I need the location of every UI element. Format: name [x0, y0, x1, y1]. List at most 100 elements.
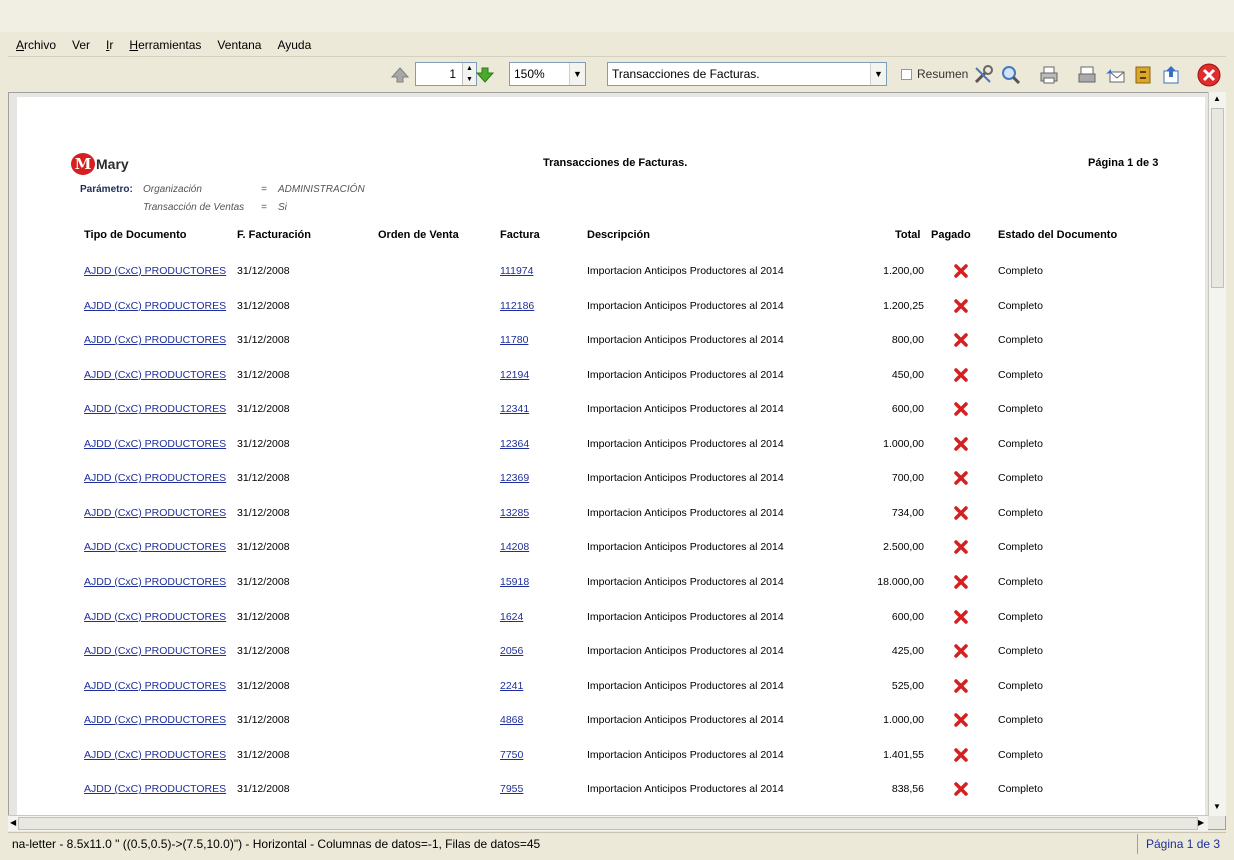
- magnifier-icon[interactable]: [998, 62, 1024, 88]
- horizontal-scrollbar[interactable]: ◀ ▶: [8, 815, 1208, 831]
- doc-type-link[interactable]: AJDD (CxC) PRODUCTORES: [84, 680, 226, 692]
- description: Importacion Anticipos Productores al 201…: [587, 748, 784, 761]
- document-status: Completo: [998, 334, 1043, 347]
- invoice-link[interactable]: 12364: [500, 438, 529, 450]
- page-number-spinner[interactable]: ▲ ▼: [415, 62, 477, 86]
- menu-herramientas[interactable]: Herramientas: [121, 38, 209, 52]
- status-text: na-letter - 8.5x11.0 " ((0.5,0.5)->(7.5,…: [12, 837, 541, 851]
- page-number-input[interactable]: [416, 63, 460, 85]
- doc-type-link[interactable]: AJDD (CxC) PRODUCTORES: [84, 438, 226, 450]
- description: Importacion Anticipos Productores al 201…: [587, 575, 784, 588]
- invoice-link[interactable]: 12194: [500, 369, 529, 381]
- description: Importacion Anticipos Productores al 201…: [587, 403, 784, 416]
- resumen-checkbox[interactable]: Resumen: [901, 67, 968, 81]
- report-viewer[interactable]: M Mary Transacciones de Facturas. Página…: [8, 92, 1226, 830]
- scroll-thumb[interactable]: [1211, 108, 1224, 288]
- doc-type-link[interactable]: AJDD (CxC) PRODUCTORES: [84, 714, 226, 726]
- report-title: Transacciones de Facturas.: [543, 157, 688, 169]
- logo-mark: M: [71, 153, 95, 175]
- doc-type-link[interactable]: AJDD (CxC) PRODUCTORES: [84, 369, 226, 381]
- document-status: Completo: [998, 437, 1043, 450]
- total-amount: 600,00: [891, 610, 924, 623]
- chevron-down-icon[interactable]: ▼: [569, 63, 585, 85]
- total-amount: 450,00: [891, 368, 924, 381]
- tools-icon[interactable]: [970, 62, 996, 88]
- table-row: AJDD (CxC) PRODUCTORES 31/12/2008 14208 Imp…: [17, 537, 1205, 559]
- invoice-link[interactable]: 13285: [500, 507, 529, 519]
- invoice-link[interactable]: 1624: [500, 611, 523, 623]
- doc-type-link[interactable]: AJDD (CxC) PRODUCTORES: [84, 749, 226, 761]
- doc-type-link[interactable]: AJDD (CxC) PRODUCTORES: [84, 507, 226, 519]
- invoice-link[interactable]: 7750: [500, 749, 523, 761]
- invoice-link[interactable]: 112186: [500, 300, 534, 312]
- scroll-thumb[interactable]: [18, 817, 1198, 830]
- invoice-link[interactable]: 2056: [500, 645, 523, 657]
- doc-type-link[interactable]: AJDD (CxC) PRODUCTORES: [84, 265, 226, 277]
- report-select[interactable]: Transacciones de Facturas. ▼: [607, 62, 887, 86]
- doc-type-link[interactable]: AJDD (CxC) PRODUCTORES: [84, 541, 226, 553]
- menu-archivo[interactable]: Archivo: [8, 38, 64, 52]
- checkbox-box[interactable]: [901, 68, 912, 80]
- invoice-date: 31/12/2008: [237, 472, 290, 485]
- doc-type-link[interactable]: AJDD (CxC) PRODUCTORES: [84, 403, 226, 415]
- total-amount: 800,00: [891, 334, 924, 347]
- zoom-select[interactable]: 150% ▼: [509, 62, 586, 86]
- total-amount: 18.000,00: [877, 575, 924, 588]
- doc-type-link[interactable]: AJDD (CxC) PRODUCTORES: [84, 611, 226, 623]
- param-value: ADMINISTRACIÓN: [278, 184, 365, 195]
- arrow-up-icon[interactable]: [387, 62, 413, 88]
- unpaid-x-icon: [953, 332, 969, 351]
- scroll-up-icon[interactable]: ▲: [1213, 94, 1221, 103]
- total-amount: 700,00: [891, 472, 924, 485]
- scroll-left-icon[interactable]: ◀: [10, 818, 16, 827]
- invoice-link[interactable]: 7955: [500, 783, 523, 795]
- vertical-scrollbar[interactable]: ▲ ▼: [1208, 92, 1226, 816]
- doc-type-link[interactable]: AJDD (CxC) PRODUCTORES: [84, 300, 226, 312]
- archive-icon[interactable]: [1130, 62, 1156, 88]
- table-row: AJDD (CxC) PRODUCTORES 31/12/2008 15918 Imp…: [17, 572, 1205, 594]
- invoice-link[interactable]: 2241: [500, 680, 523, 692]
- invoice-link[interactable]: 11780: [500, 334, 528, 346]
- menu-ventana[interactable]: Ventana: [209, 38, 269, 52]
- menu-ayuda[interactable]: Ayuda: [269, 38, 319, 52]
- close-icon[interactable]: [1196, 62, 1222, 88]
- table-row: AJDD (CxC) PRODUCTORES 31/12/2008 1624 Impo…: [17, 607, 1205, 629]
- description: Importacion Anticipos Productores al 201…: [587, 541, 784, 554]
- doc-type-link[interactable]: AJDD (CxC) PRODUCTORES: [84, 472, 226, 484]
- document-status: Completo: [998, 472, 1043, 485]
- total-amount: 2.500,00: [883, 541, 924, 554]
- invoice-link[interactable]: 4868: [500, 714, 523, 726]
- table-row: AJDD (CxC) PRODUCTORES 31/12/2008 4868 Impo…: [17, 710, 1205, 732]
- invoice-link[interactable]: 15918: [500, 576, 529, 588]
- invoice-link[interactable]: 111974: [500, 265, 533, 277]
- doc-type-link[interactable]: AJDD (CxC) PRODUCTORES: [84, 576, 226, 588]
- menu-ver[interactable]: Ver: [64, 38, 98, 52]
- export-icon[interactable]: [1158, 62, 1184, 88]
- param-label: Parámetro:: [80, 184, 133, 195]
- doc-type-link[interactable]: AJDD (CxC) PRODUCTORES: [84, 645, 226, 657]
- col-header-total: Total: [895, 229, 921, 241]
- table-row: AJDD (CxC) PRODUCTORES 31/12/2008 2056 Impo…: [17, 641, 1205, 663]
- printer-icon[interactable]: [1036, 62, 1062, 88]
- menu-ir[interactable]: Ir: [98, 38, 121, 52]
- arrow-down-icon[interactable]: [472, 62, 498, 88]
- print-setup-icon[interactable]: [1074, 62, 1100, 88]
- param-name: Organización: [143, 184, 202, 195]
- document-status: Completo: [998, 403, 1043, 416]
- invoice-link[interactable]: 12341: [500, 403, 529, 415]
- report-page: M Mary Transacciones de Facturas. Página…: [17, 97, 1205, 829]
- invoice-date: 31/12/2008: [237, 334, 290, 347]
- scroll-down-icon[interactable]: ▼: [1213, 802, 1221, 811]
- chevron-down-icon[interactable]: ▼: [870, 63, 886, 85]
- invoice-link[interactable]: 14208: [500, 541, 529, 553]
- doc-type-link[interactable]: AJDD (CxC) PRODUCTORES: [84, 334, 226, 346]
- send-mail-icon[interactable]: [1102, 62, 1128, 88]
- col-header-factura: Factura: [500, 229, 540, 241]
- table-row: AJDD (CxC) PRODUCTORES 31/12/2008 13285 Imp…: [17, 503, 1205, 525]
- unpaid-x-icon: [953, 470, 969, 489]
- param-eq: =: [261, 184, 267, 195]
- scroll-right-icon[interactable]: ▶: [1198, 818, 1204, 827]
- doc-type-link[interactable]: AJDD (CxC) PRODUCTORES: [84, 783, 226, 795]
- invoice-link[interactable]: 12369: [500, 472, 529, 484]
- document-status: Completo: [998, 783, 1043, 796]
